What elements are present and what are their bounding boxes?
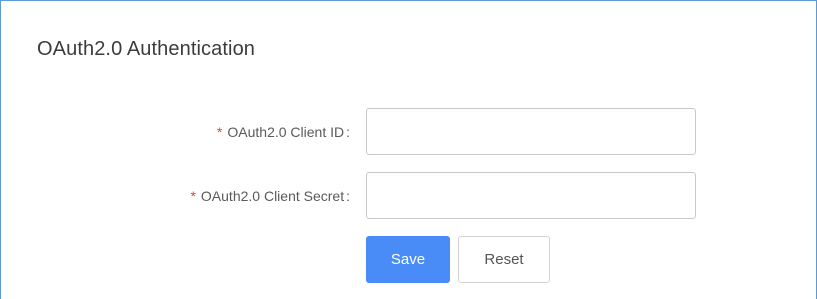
client-secret-label: * OAuth2.0 Client Secret:: [190, 188, 350, 204]
client-id-label-text: OAuth2.0 Client ID: [227, 124, 345, 140]
client-secret-row: * OAuth2.0 Client Secret:: [1, 172, 816, 220]
client-id-label: * OAuth2.0 Client ID:: [217, 124, 350, 140]
label-colon: :: [346, 188, 350, 204]
reset-button[interactable]: Reset: [458, 236, 550, 283]
save-button[interactable]: Save: [366, 236, 450, 283]
section-title: OAuth2.0 Authentication: [37, 38, 256, 60]
client-secret-input[interactable]: [366, 172, 696, 219]
client-secret-label-text: OAuth2.0 Client Secret: [200, 188, 345, 204]
client-id-row: * OAuth2.0 Client ID:: [1, 108, 816, 156]
oauth-settings-panel: OAuth2.0 Authentication * OAuth2.0 Client…: [0, 0, 817, 299]
label-colon: :: [346, 124, 350, 140]
client-id-input[interactable]: [366, 108, 696, 155]
required-marker: *: [190, 188, 196, 204]
required-marker: *: [216, 124, 223, 140]
